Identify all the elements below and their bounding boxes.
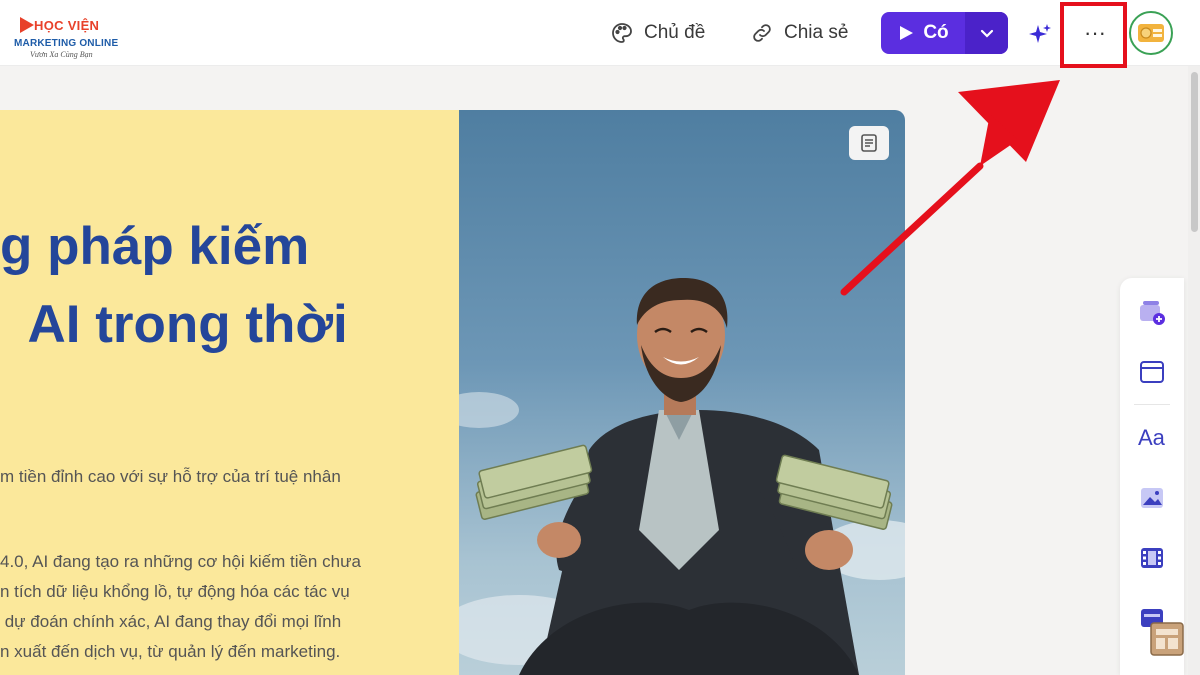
share-button[interactable]: Chia sẻ: [750, 16, 848, 50]
theme-button[interactable]: Chủ đề: [610, 16, 705, 50]
insert-toolbar: Aa: [1120, 278, 1184, 675]
present-button-group: Có: [881, 12, 1008, 54]
red-arrow-annotation: [840, 80, 1060, 296]
link-icon: [753, 24, 771, 42]
logo-line-2: MARKETING ONLINE: [14, 38, 119, 49]
slide-text-panel: g pháp kiếm AI trong thời m tiền đỉnh ca…: [0, 110, 459, 675]
logo[interactable]: HỌC VIỆN MARKETING ONLINE Vươn Xa Cùng B…: [12, 14, 122, 60]
logo-tagline: Vươn Xa Cùng Bạn: [30, 50, 93, 59]
overlay-widget-icon[interactable]: [1150, 622, 1184, 656]
present-label: Có: [923, 22, 949, 43]
scrollbar-thumb[interactable]: [1191, 72, 1198, 232]
chevron-down-icon: [980, 29, 993, 38]
top-bar: HỌC VIỆN MARKETING ONLINE Vươn Xa Cùng B…: [0, 0, 1200, 66]
avatar-image-icon: [1138, 24, 1164, 42]
logo-line-1: HỌC VIỆN: [34, 18, 100, 33]
layout-icon[interactable]: [1138, 358, 1166, 386]
share-label: Chia sẻ: [784, 22, 849, 43]
highlight-box: [1060, 2, 1127, 68]
present-button[interactable]: Có: [881, 12, 965, 54]
play-icon: [900, 26, 914, 40]
slide-card[interactable]: g pháp kiếm AI trong thời m tiền đỉnh ca…: [0, 110, 905, 675]
avatar[interactable]: [1129, 11, 1173, 55]
present-dropdown-button[interactable]: [965, 12, 1008, 54]
rail-divider: [1134, 404, 1170, 405]
add-card-icon[interactable]: [1138, 298, 1166, 326]
palette-icon: [612, 23, 632, 43]
slide-title[interactable]: g pháp kiếm AI trong thời: [0, 208, 459, 364]
theme-label: Chủ đề: [644, 22, 706, 43]
text-icon[interactable]: Aa: [1138, 424, 1172, 452]
image-icon[interactable]: [1138, 484, 1166, 512]
slide-body-text[interactable]: 4.0, AI đang tạo ra những cơ hội kiếm ti…: [0, 547, 361, 667]
video-icon[interactable]: [1138, 544, 1166, 572]
ai-sparkle-icon[interactable]: [1028, 22, 1052, 46]
slide-lead-text[interactable]: m tiền đỉnh cao với sự hỗ trợ của trí tu…: [0, 467, 341, 487]
